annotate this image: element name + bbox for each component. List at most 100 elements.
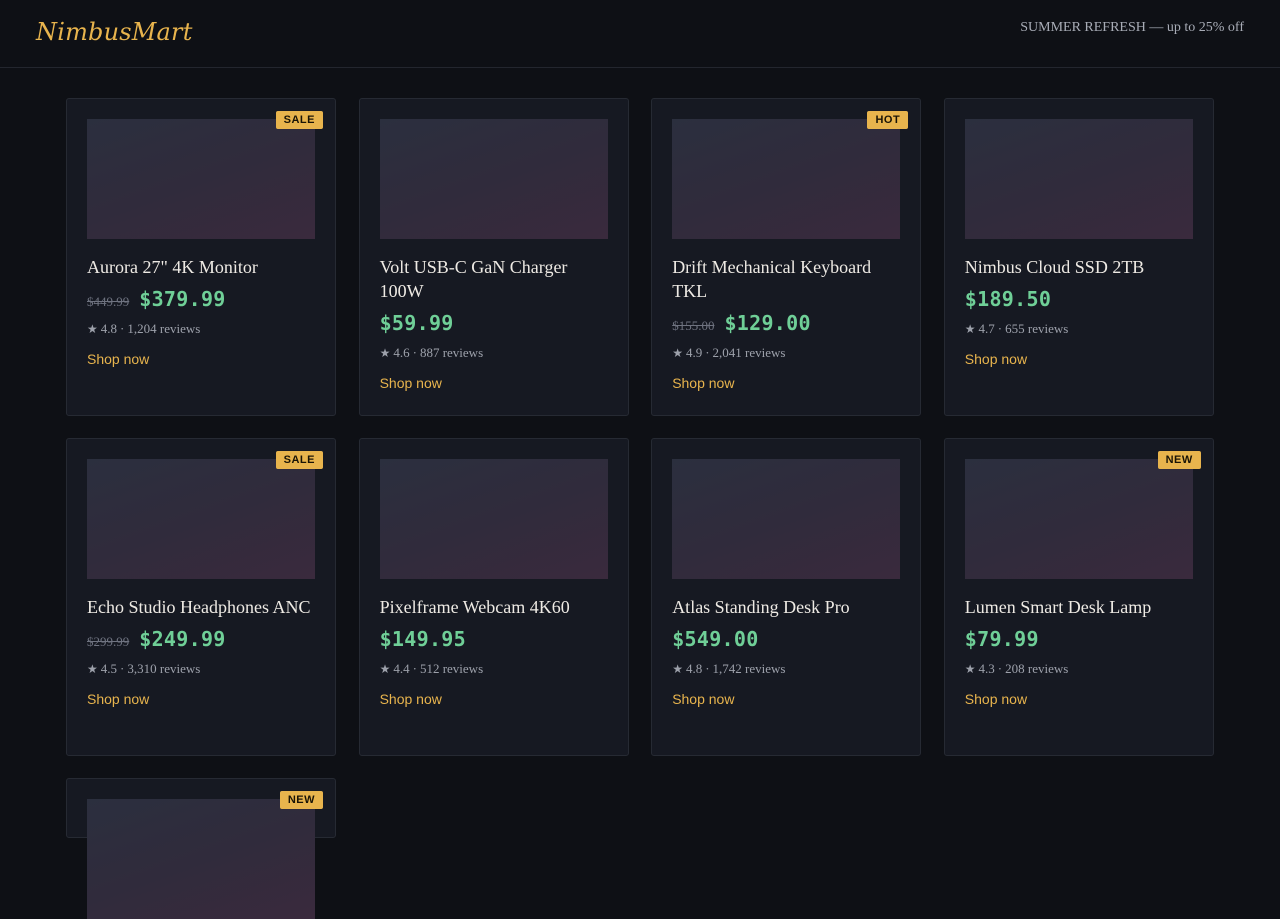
rating-value: 4.9 bbox=[685, 345, 703, 360]
product-card[interactable]: NEW Lumen Smart Desk Lamp $79.99 ★ 4.3 ·… bbox=[943, 438, 1214, 756]
product-name[interactable]: Lumen Smart Desk Lamp bbox=[965, 595, 1193, 619]
product-grid: SALE Aurora 27" 4K Monitor $449.99 $379.… bbox=[66, 98, 1214, 919]
rating-value: 4.6 bbox=[393, 345, 410, 360]
star-icon: ★ bbox=[672, 346, 683, 360]
product-card[interactable]: SALE Echo Studio Headphones ANC $299.99 … bbox=[66, 438, 336, 756]
review-count: 3,310 reviews bbox=[127, 661, 201, 676]
product-name[interactable]: Atlas Standing Desk Pro bbox=[672, 595, 900, 619]
product-rating: ★ 4.8 · 1,742 reviews bbox=[672, 661, 900, 677]
product-badge: SALE bbox=[275, 451, 323, 469]
price-row: $189.50 bbox=[965, 287, 1193, 311]
product-card[interactable]: Pixelframe Webcam 4K60 $149.95 ★ 4.4 · 5… bbox=[358, 438, 629, 756]
current-price: $249.99 bbox=[139, 627, 226, 651]
price-row: $299.99 $249.99 bbox=[87, 627, 315, 651]
review-count: 887 reviews bbox=[419, 345, 484, 360]
promo-banner: SUMMER REFRESH — up to 25% off bbox=[1020, 20, 1244, 35]
price-row: $59.99 bbox=[380, 311, 608, 335]
product-card[interactable]: Atlas Standing Desk Pro $549.00 ★ 4.8 · … bbox=[651, 438, 922, 756]
rating-value: 4.5 bbox=[100, 661, 118, 676]
rating-separator: · bbox=[997, 321, 1003, 336]
product-card[interactable]: NEW bbox=[66, 778, 336, 919]
rating-value: 4.4 bbox=[393, 661, 410, 676]
product-image[interactable] bbox=[87, 459, 315, 579]
product-rating: ★ 4.8 · 1,204 reviews bbox=[87, 321, 315, 337]
product-image[interactable] bbox=[87, 799, 315, 919]
product-badge: NEW bbox=[1157, 451, 1201, 469]
rating-separator: · bbox=[120, 321, 125, 336]
product-image[interactable] bbox=[964, 459, 1193, 579]
rating-value: 4.8 bbox=[100, 321, 118, 336]
product-name[interactable]: Volt USB-C GaN Charger 100W bbox=[380, 255, 608, 303]
rating-value: 4.3 bbox=[978, 661, 995, 676]
product-image[interactable] bbox=[672, 119, 901, 239]
rating-value: 4.7 bbox=[978, 321, 995, 336]
price-row: $549.00 bbox=[672, 627, 900, 651]
rating-separator: · bbox=[705, 661, 710, 676]
product-image[interactable] bbox=[964, 119, 1193, 239]
current-price: $189.50 bbox=[964, 287, 1052, 311]
shop-now-link[interactable]: Shop now bbox=[87, 691, 149, 707]
original-price: $449.99 bbox=[87, 294, 130, 309]
price-row: $155.00 $129.00 bbox=[672, 311, 900, 335]
price-row: $149.95 bbox=[380, 627, 608, 651]
star-icon: ★ bbox=[87, 662, 98, 676]
product-badge: HOT bbox=[867, 111, 909, 129]
product-name[interactable]: Nimbus Cloud SSD 2TB bbox=[965, 255, 1193, 279]
price-row: $449.99 $379.99 bbox=[87, 287, 315, 311]
current-price: $59.99 bbox=[379, 311, 454, 335]
product-name[interactable]: Drift Mechanical Keyboard TKL bbox=[672, 255, 900, 303]
product-rating: ★ 4.6 · 887 reviews bbox=[380, 345, 608, 361]
review-count: 208 reviews bbox=[1005, 661, 1069, 676]
product-name[interactable]: Pixelframe Webcam 4K60 bbox=[380, 595, 608, 619]
product-card[interactable]: HOT Drift Mechanical Keyboard TKL $155.0… bbox=[651, 98, 922, 416]
current-price: $129.00 bbox=[724, 311, 811, 335]
rating-separator: · bbox=[412, 345, 417, 360]
star-icon: ★ bbox=[964, 662, 976, 676]
product-card[interactable]: SALE Aurora 27" 4K Monitor $449.99 $379.… bbox=[66, 98, 336, 416]
product-name[interactable]: Echo Studio Headphones ANC bbox=[87, 595, 315, 619]
star-icon: ★ bbox=[379, 346, 391, 360]
star-icon: ★ bbox=[87, 322, 98, 336]
rating-separator: · bbox=[705, 345, 710, 360]
product-name[interactable]: Aurora 27" 4K Monitor bbox=[87, 255, 315, 279]
product-badge: SALE bbox=[275, 111, 323, 129]
product-rating: ★ 4.5 · 3,310 reviews bbox=[87, 661, 315, 677]
site-header: NimbusMart SUMMER REFRESH — up to 25% of… bbox=[0, 0, 1280, 68]
shop-now-link[interactable]: Shop now bbox=[965, 351, 1027, 367]
product-image[interactable] bbox=[87, 119, 315, 239]
review-count: 1,742 reviews bbox=[712, 661, 786, 676]
current-price: $149.95 bbox=[379, 627, 466, 651]
product-image[interactable] bbox=[379, 119, 608, 239]
original-price: $299.99 bbox=[87, 634, 130, 649]
product-rating: ★ 4.4 · 512 reviews bbox=[380, 661, 608, 677]
review-count: 2,041 reviews bbox=[712, 345, 786, 360]
star-icon: ★ bbox=[964, 322, 976, 336]
current-price: $379.99 bbox=[139, 287, 226, 311]
rating-separator: · bbox=[412, 661, 417, 676]
shop-now-link[interactable]: Shop now bbox=[965, 691, 1027, 707]
product-card[interactable]: Nimbus Cloud SSD 2TB $189.50 ★ 4.7 · 655… bbox=[943, 98, 1214, 416]
rating-separator: · bbox=[120, 661, 125, 676]
shop-now-link[interactable]: Shop now bbox=[672, 375, 734, 391]
site-logo[interactable]: NimbusMart bbox=[36, 18, 193, 46]
review-count: 512 reviews bbox=[419, 661, 484, 676]
review-count: 1,204 reviews bbox=[127, 321, 201, 336]
star-icon: ★ bbox=[379, 662, 391, 676]
original-price: $155.00 bbox=[672, 318, 715, 333]
product-rating: ★ 4.7 · 655 reviews bbox=[965, 321, 1193, 337]
shop-now-link[interactable]: Shop now bbox=[380, 375, 442, 391]
price-row: $79.99 bbox=[965, 627, 1193, 651]
review-count: 655 reviews bbox=[1005, 321, 1069, 336]
current-price: $549.00 bbox=[672, 627, 759, 651]
current-price: $79.99 bbox=[964, 627, 1039, 651]
rating-separator: · bbox=[997, 661, 1003, 676]
shop-now-link[interactable]: Shop now bbox=[672, 691, 734, 707]
shop-now-link[interactable]: Shop now bbox=[87, 351, 149, 367]
shop-now-link[interactable]: Shop now bbox=[380, 691, 442, 707]
product-badge: NEW bbox=[279, 791, 323, 809]
product-image[interactable] bbox=[379, 459, 608, 579]
star-icon: ★ bbox=[672, 662, 683, 676]
product-card[interactable]: Volt USB-C GaN Charger 100W $59.99 ★ 4.6… bbox=[358, 98, 629, 416]
product-rating: ★ 4.3 · 208 reviews bbox=[965, 661, 1193, 677]
product-image[interactable] bbox=[672, 459, 901, 579]
